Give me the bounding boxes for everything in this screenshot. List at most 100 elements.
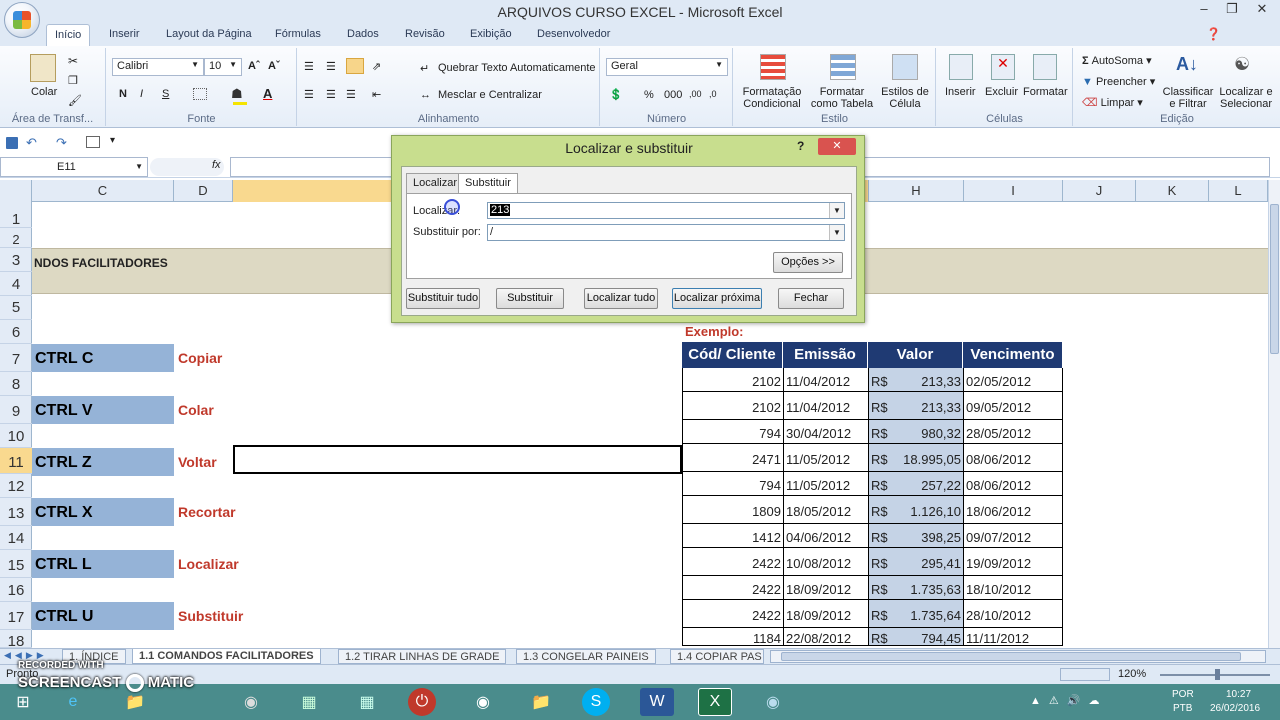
paste-icon[interactable] [30,54,56,82]
format-button[interactable]: Formatar [1023,86,1068,98]
row-header[interactable]: 16 [0,578,32,602]
tray-icons[interactable]: ▲⚠🔊☁ [1030,694,1107,707]
table-cell[interactable]: 18/06/2012 [963,496,1063,524]
table-cell[interactable]: R$ 398,25 [868,524,963,548]
wrap-text-button[interactable]: Quebrar Texto Automaticamente [438,62,596,74]
font-size-select[interactable]: 10 ▼ [204,58,242,76]
table-cell[interactable]: 30/04/2012 [783,420,868,444]
insert-function-button[interactable]: fx [212,159,221,171]
table-cell[interactable]: R$ 1.126,10 [868,496,963,524]
word-icon[interactable]: W [640,688,674,716]
close-dialog-button[interactable]: Fechar [778,288,844,309]
screencast-icon[interactable]: ◉ [756,688,790,716]
sheet-tab[interactable]: 1.3 CONGELAR PAINEIS [516,649,656,664]
format-table-icon[interactable] [830,54,856,80]
table-cell[interactable]: 1184 [682,628,783,646]
options-button[interactable]: Opções >> [773,252,843,273]
orientation-icon[interactable]: ⇗ [372,60,381,73]
replace-button[interactable]: Substituir [496,288,564,309]
folder-icon[interactable]: 📁 [524,688,558,716]
table-cell[interactable]: R$ 213,33 [868,368,963,392]
table-cell[interactable]: 11/11/2012 [963,628,1063,646]
align-bottom-icon[interactable] [346,58,364,74]
conditional-format-icon[interactable] [760,54,786,80]
align-right-icon[interactable]: ☰ [346,88,356,101]
horizontal-scrollbar[interactable] [770,650,1266,663]
insert-cells-icon[interactable] [949,54,973,80]
find-all-button[interactable]: Localizar tudo [584,288,658,309]
table-cell[interactable]: R$ 1.735,63 [868,576,963,600]
italic-button[interactable]: I [140,88,143,100]
tab-inicio[interactable]: Início [46,24,91,46]
shortcut-action[interactable]: Localizar [174,550,274,578]
table-cell[interactable]: 18/10/2012 [963,576,1063,600]
horizontal-scroll-thumb[interactable] [781,652,1241,661]
sheet-tab[interactable]: 1.2 TIRAR LINHAS DE GRADE [338,649,507,664]
zoom-level[interactable]: 120% [1118,668,1146,680]
maximize-button[interactable]: ❐ [1218,0,1246,20]
undo-icon[interactable]: ↶ [26,135,37,151]
language-line2[interactable]: PTB [1173,703,1192,714]
sheet-tab[interactable]: 1.4 COPIAR PAS [670,649,764,664]
active-cell-e11[interactable] [233,445,682,474]
currency-icon[interactable]: 💲 [609,88,623,101]
fill-color-icon[interactable]: ☗ [231,86,243,102]
app-icon[interactable]: ▦ [292,688,326,716]
row-header[interactable]: 1 [0,202,32,228]
save-icon[interactable] [6,137,18,149]
table-cell[interactable]: 19/09/2012 [963,548,1063,576]
form-icon[interactable] [86,136,100,148]
row-header[interactable]: 5 [0,296,32,320]
table-cell[interactable]: 09/05/2012 [963,392,1063,420]
row-header[interactable]: 8 [0,372,32,396]
tab-localizar[interactable]: Localizar [406,173,465,193]
format-painter-icon[interactable]: 🖌 [68,94,82,107]
table-cell[interactable]: 2422 [682,548,783,576]
table-cell[interactable]: R$ 18.995,05 [868,444,963,472]
shortcut-action[interactable]: Substituir [174,602,274,630]
font-name-select[interactable]: Calibri ▼ [112,58,204,76]
help-icon[interactable]: ❓ [1206,27,1221,41]
shortcut-key[interactable]: CTRL Z [32,448,174,476]
name-box[interactable]: E11 ▼ [0,157,148,177]
start-icon[interactable]: ⊞ [6,688,40,716]
column-header-j[interactable]: J [1063,180,1136,202]
chrome-icon[interactable]: ◉ [466,688,500,716]
column-header-l[interactable]: L [1209,180,1268,202]
shortcut-action[interactable]: Voltar [174,448,234,476]
indent-icon[interactable]: ⇤ [372,88,381,101]
vertical-scrollbar[interactable] [1268,180,1280,648]
table-cell[interactable]: 2422 [682,576,783,600]
find-input[interactable]: 213 ▼ [487,202,845,219]
cell-styles-button[interactable]: Estilos de Célula [876,86,934,110]
row-header[interactable]: 12 [0,474,32,498]
column-header-h[interactable]: H [869,180,964,202]
app2-icon[interactable]: ▦ [350,688,384,716]
language-line1[interactable]: POR [1172,689,1194,700]
excel-icon[interactable]: X [698,688,732,716]
bold-button[interactable]: N [119,88,127,100]
row-header[interactable]: 4 [0,272,32,296]
redo-icon[interactable]: ↷ [56,135,67,151]
align-middle-icon[interactable]: ☰ [326,60,336,73]
column-header-c[interactable]: C [32,180,174,202]
table-cell[interactable]: 11/05/2012 [783,472,868,496]
media-icon[interactable]: ◉ [234,688,268,716]
row-header[interactable]: 3 [0,248,32,272]
table-header[interactable]: Valor [868,342,963,368]
merge-center-button[interactable]: Mesclar e Centralizar [438,89,542,101]
table-cell[interactable]: 2422 [682,600,783,628]
row-header[interactable]: 15 [0,550,32,578]
grow-font-icon[interactable]: Aˆ [248,60,260,72]
table-cell[interactable]: 2471 [682,444,783,472]
clock-time[interactable]: 10:27 [1226,689,1251,700]
shortcut-key[interactable]: CTRL V [32,396,174,424]
minimize-button[interactable]: – [1190,0,1218,20]
ie-icon[interactable]: e [56,688,90,716]
row-header-selected[interactable]: 11 [0,448,32,474]
row-header[interactable]: 6 [0,320,32,344]
table-cell[interactable]: 22/08/2012 [783,628,868,646]
wrap-text-icon[interactable]: ↵ [420,62,429,75]
binoculars-icon[interactable]: ☯ [1234,54,1250,75]
table-cell[interactable]: R$ 1.735,64 [868,600,963,628]
